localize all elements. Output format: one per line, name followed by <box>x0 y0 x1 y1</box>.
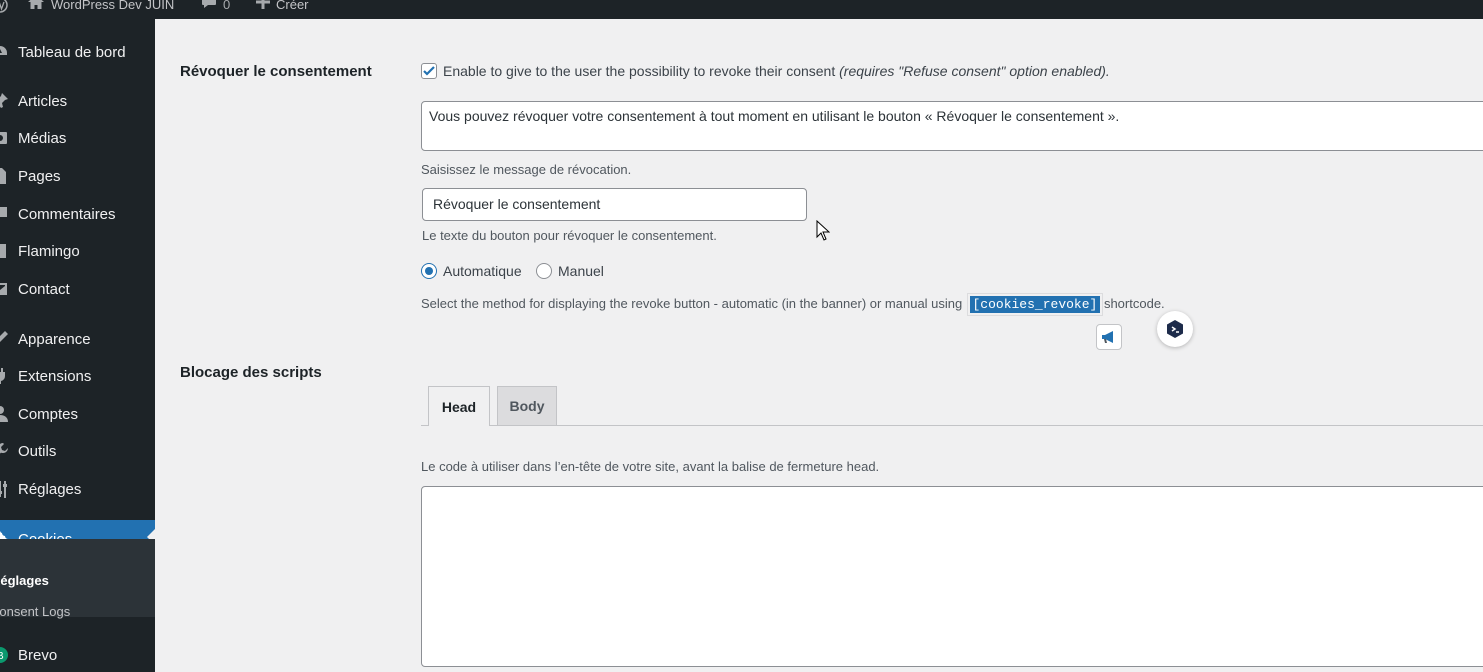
radio-manuel-label[interactable]: Manuel <box>558 263 604 279</box>
new-label: Créer <box>276 0 309 12</box>
svg-text:B: B <box>0 651 4 662</box>
site-name-link[interactable]: WordPress Dev JUIN <box>27 0 174 15</box>
sidebar-item-extensions[interactable]: Extensions <box>0 359 155 393</box>
sidebar-item-comptes[interactable]: Comptes <box>0 397 155 431</box>
comment-icon <box>0 204 10 224</box>
revoke-enable-label[interactable]: Enable to give to the user the possibili… <box>443 63 1110 79</box>
radio-manuel[interactable] <box>536 263 552 279</box>
tabs-divider <box>421 425 1483 426</box>
radio-automatique[interactable] <box>421 263 437 279</box>
plus-icon <box>256 0 270 15</box>
admin-bar: WordPress Dev JUIN 0 Créer <box>0 0 1483 19</box>
tab-head[interactable]: Head <box>428 386 490 426</box>
revoke-message-description: Saisissez le message de révocation. <box>421 162 632 177</box>
flamingo-icon <box>0 241 10 261</box>
page-icon <box>0 166 10 186</box>
revoke-method-description: Select the method for displaying the rev… <box>421 293 1165 316</box>
wrench-icon <box>0 441 10 461</box>
assistant-bubble-icon[interactable] <box>1157 311 1193 347</box>
sidebar-item-outils[interactable]: Outils <box>0 434 155 468</box>
dashboard-icon <box>0 42 10 62</box>
revoke-consent-label: Révoquer le consentement <box>180 63 372 80</box>
checkmark-icon <box>423 66 435 76</box>
sidebar-item-dashboard[interactable]: Tableau de bord <box>0 35 155 69</box>
revoke-enable-note: (requires "Refuse consent" option enable… <box>839 63 1110 79</box>
sidebar-item-reglages[interactable]: Réglages <box>0 472 155 506</box>
shortcode: [cookies_revoke] <box>966 293 1104 316</box>
home-icon <box>27 0 45 16</box>
megaphone-icon[interactable] <box>1096 324 1122 350</box>
revoke-enable-checkbox[interactable] <box>421 63 437 79</box>
brush-icon <box>0 329 10 349</box>
sidebar-item-commentaires[interactable]: Commentaires <box>0 197 155 231</box>
sidebar-item-pages[interactable]: Pages <box>0 159 155 193</box>
radio-selected-dot <box>425 267 433 275</box>
script-blocking-label: Blocage des scripts <box>180 364 322 381</box>
settings-icon <box>0 479 10 499</box>
sidebar-item-flamingo[interactable]: Flamingo <box>0 234 155 268</box>
plugin-icon <box>0 366 10 386</box>
new-content-link[interactable]: Créer <box>256 0 309 15</box>
submenu-item-consent-logs[interactable]: Consent Logs <box>0 604 70 619</box>
radio-automatique-label[interactable]: Automatique <box>443 263 522 279</box>
site-name: WordPress Dev JUIN <box>51 0 175 12</box>
tab-body[interactable]: Body <box>497 386 557 425</box>
cookies-submenu: Réglages Consent Logs <box>0 539 155 619</box>
comments-link[interactable]: 0 <box>201 0 230 15</box>
head-code-textarea[interactable] <box>421 486 1483 667</box>
head-code-description: Le code à utiliser dans l’en-tête de vot… <box>421 459 880 474</box>
comment-icon <box>201 0 217 15</box>
wordpress-logo-icon[interactable] <box>0 0 8 15</box>
sidebar-item-brevo[interactable]: B Brevo <box>0 638 155 672</box>
revoke-button-text-input[interactable]: Révoquer le consentement <box>422 188 807 221</box>
sidebar-item-medias[interactable]: Médias <box>0 121 155 155</box>
mouse-cursor-icon <box>816 220 830 241</box>
sidebar-item-contact[interactable]: Contact <box>0 272 155 306</box>
submenu-item-reglages[interactable]: Réglages <box>0 573 49 588</box>
sidebar-item-articles[interactable]: Articles <box>0 84 155 118</box>
users-icon <box>0 404 10 424</box>
sidebar-item-apparence[interactable]: Apparence <box>0 322 155 356</box>
revoke-button-text-description: Le texte du bouton pour révoquer le cons… <box>422 228 717 243</box>
comments-count: 0 <box>223 0 231 12</box>
pin-icon <box>0 91 10 111</box>
mail-icon <box>0 279 10 299</box>
media-icon <box>0 128 10 148</box>
revoke-message-textarea[interactable]: Vous pouvez révoquer votre consentement … <box>421 101 1483 151</box>
brevo-icon: B <box>0 645 10 665</box>
